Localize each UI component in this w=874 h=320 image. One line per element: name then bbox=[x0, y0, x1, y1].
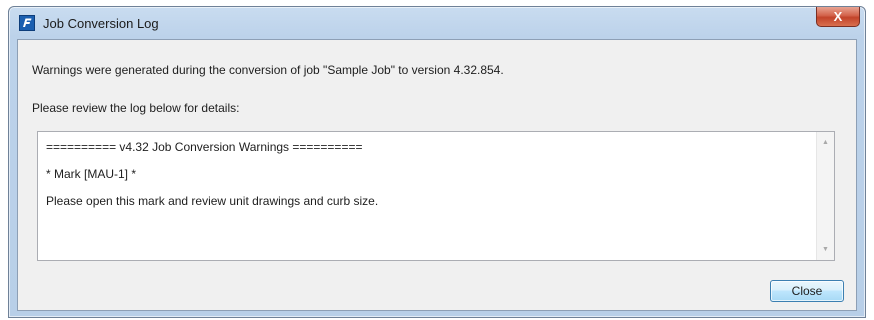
log-content: ========== v4.32 Job Conversion Warnings… bbox=[38, 132, 817, 260]
log-textbox[interactable]: ========== v4.32 Job Conversion Warnings… bbox=[37, 131, 835, 261]
log-line-header: ========== v4.32 Job Conversion Warnings… bbox=[46, 140, 363, 154]
close-icon: X bbox=[833, 9, 843, 24]
warning-message: Warnings were generated during the conve… bbox=[32, 63, 504, 77]
app-logo-icon bbox=[19, 15, 35, 31]
dialog-window: Job Conversion Log X Warnings were gener… bbox=[8, 6, 866, 318]
window-close-button[interactable]: X bbox=[816, 7, 860, 27]
scroll-down-arrow-icon[interactable]: ▼ bbox=[817, 241, 834, 258]
title-bar[interactable]: Job Conversion Log X bbox=[9, 7, 865, 39]
dialog-client-area: Warnings were generated during the conve… bbox=[17, 39, 857, 311]
log-line-instruction: Please open this mark and review unit dr… bbox=[46, 194, 379, 208]
scroll-up-arrow-icon[interactable]: ▲ bbox=[817, 134, 834, 151]
review-instruction: Please review the log below for details: bbox=[32, 101, 240, 115]
log-line-mark: * Mark [MAU-1] * bbox=[46, 167, 137, 181]
log-vertical-scrollbar[interactable]: ▲ ▼ bbox=[816, 132, 834, 260]
close-button[interactable]: Close bbox=[770, 280, 844, 302]
window-title: Job Conversion Log bbox=[43, 16, 159, 31]
